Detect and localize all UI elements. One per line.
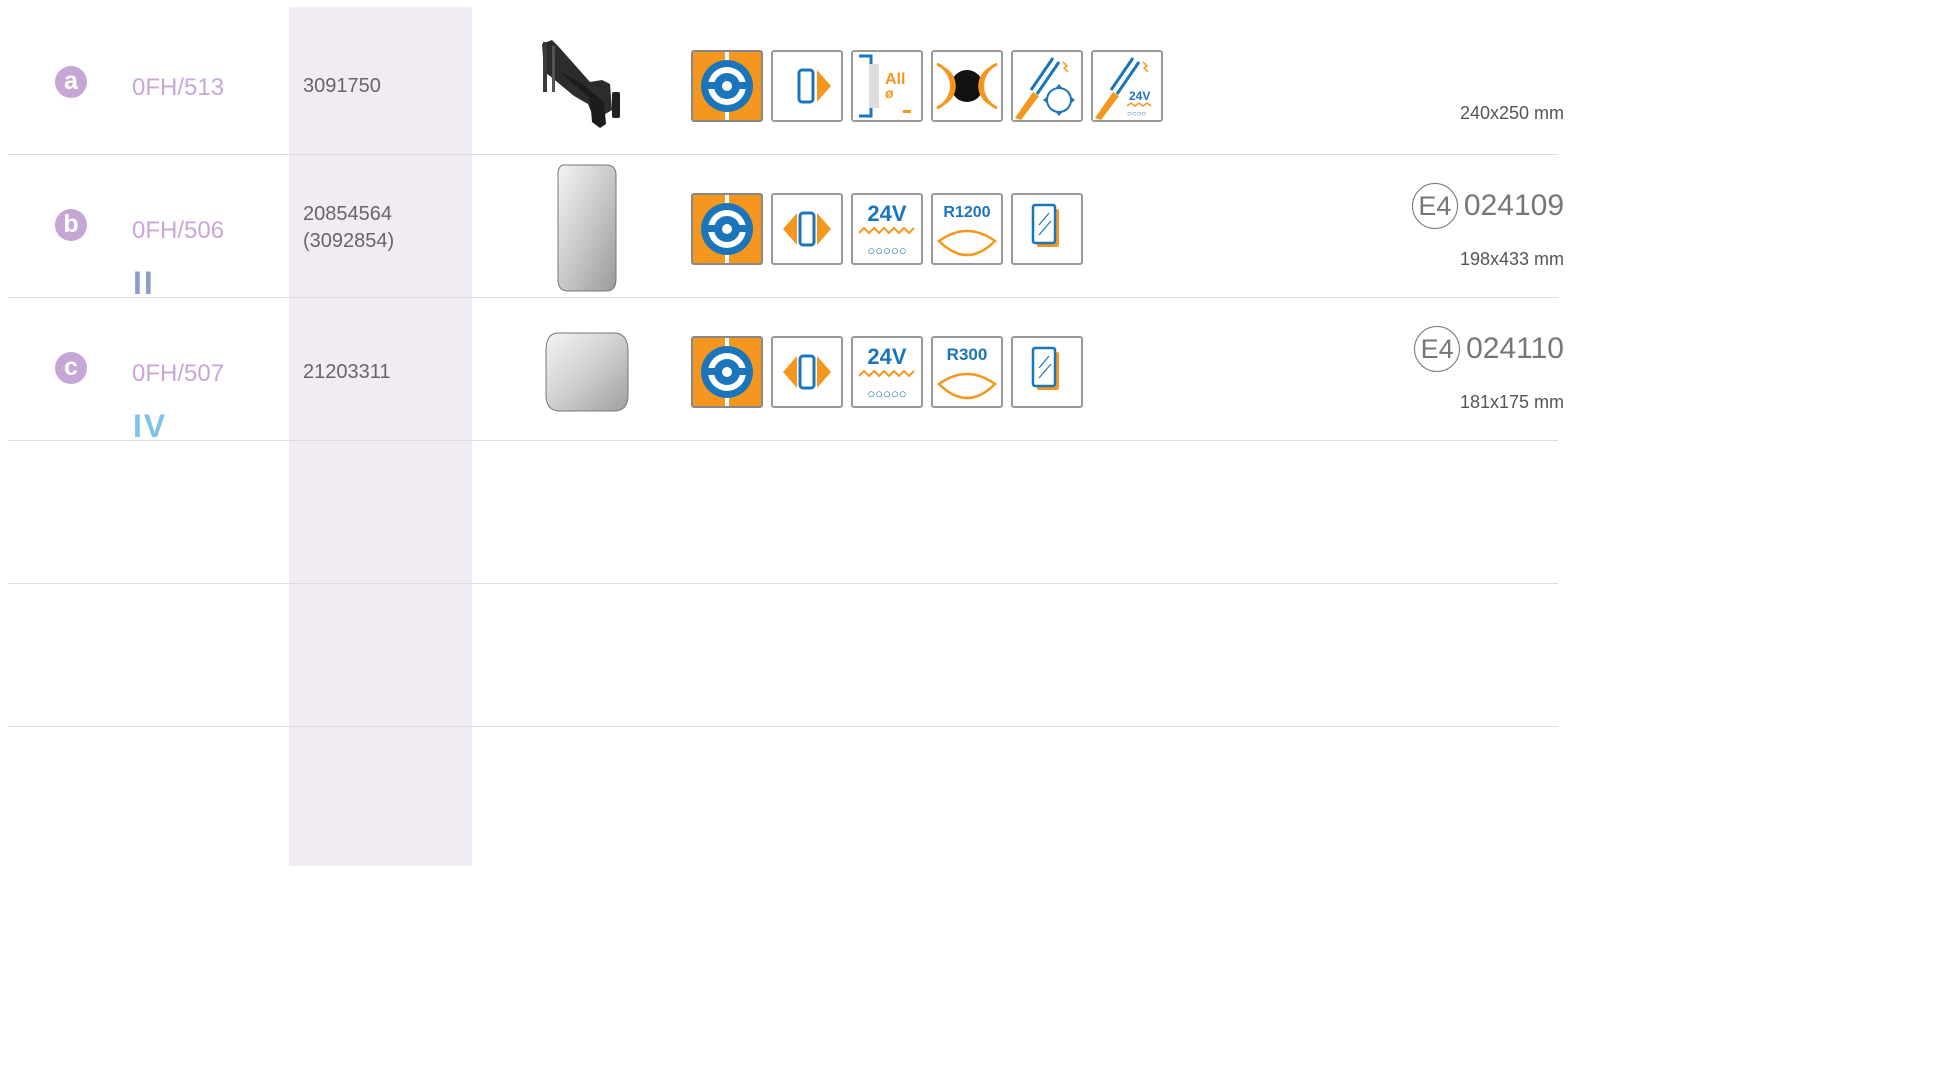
mirror-double-arrow-icon (771, 336, 843, 408)
mirror-glass-image (556, 163, 618, 298)
row-divider (8, 583, 1558, 584)
e-mark-icon: E4 (1414, 326, 1461, 372)
product-code: 0FH/506 (132, 217, 225, 244)
dimensions: 181x175 mm (1459, 392, 1564, 412)
approval-number: 024109 (1463, 189, 1564, 222)
svg-text:○○○○○: ○○○○○ (867, 243, 906, 258)
svg-text:R300: R300 (947, 345, 988, 364)
mounting-ring-icon (931, 50, 1003, 122)
svg-text:R1200: R1200 (943, 204, 990, 221)
row-badge: b (55, 209, 87, 241)
table-row: c 0FH/507 IV 21203311 24V ○○○○○ R300 E4 … (0, 298, 1568, 444)
row-divider (8, 726, 1558, 727)
svg-text:24V: 24V (867, 201, 906, 226)
e-mark-icon: E4 (1411, 183, 1458, 229)
glass-plate-icon (1011, 336, 1083, 408)
steering-wheel-icon (691, 50, 763, 122)
svg-text:24V: 24V (1129, 89, 1150, 103)
svg-text:ø: ø (885, 85, 894, 101)
mirror-arrow-right-icon (771, 50, 843, 122)
svg-text:○○○○: ○○○○ (1127, 109, 1146, 118)
glass-plate-icon (1011, 193, 1083, 265)
mirror-class-numeral: II (133, 265, 155, 301)
mirror-glass-image (544, 331, 630, 418)
mirror-arm-image (530, 32, 630, 137)
heated-24v-icon: 24V ○○○○○ (851, 193, 923, 265)
mirror-class-numeral: IV (133, 408, 168, 444)
table-row: a 0FH/513 3091750 All ø 24V ○○○○ 240x250… (0, 12, 1568, 155)
all-diameter-icon: All ø (851, 50, 923, 122)
product-code: 0FH/513 (132, 74, 225, 101)
feature-icons: All ø 24V ○○○○ (691, 50, 1163, 122)
svg-text:24V: 24V (867, 344, 906, 369)
oem-reference: 21203311 (303, 361, 391, 383)
steering-wheel-icon (691, 193, 763, 265)
row-badge: c (55, 352, 87, 384)
oem-reference: 20854564 (3092854) (303, 203, 395, 252)
approval-number: 024110 (1466, 332, 1564, 365)
wiring-adjust-icon (1011, 50, 1083, 122)
dimensions: 240x250 mm (1459, 103, 1564, 123)
approval-mark: E4 024110 (1414, 326, 1564, 372)
steering-wheel-icon (691, 336, 763, 408)
radius-r1200-icon: R1200 (931, 193, 1003, 265)
feature-icons: 24V ○○○○○ R300 (691, 336, 1083, 408)
product-code: 0FH/507 (132, 360, 225, 387)
svg-text:○○○○○: ○○○○○ (867, 386, 906, 401)
feature-icons: 24V ○○○○○ R1200 (691, 193, 1083, 265)
mirror-double-arrow-icon (771, 193, 843, 265)
oem-reference: 3091750 (303, 75, 381, 97)
table-row: b 0FH/506 II 20854564 (3092854) 24V ○○○○○ (0, 155, 1568, 301)
product-table: a 0FH/513 3091750 All ø 24V ○○○○ 240x250… (0, 0, 1568, 866)
heated-24v-icon: 24V ○○○○○ (851, 336, 923, 408)
approval-mark: E4 024109 (1411, 183, 1564, 229)
row-badge: a (55, 66, 87, 98)
wiring-heated-24v-icon: 24V ○○○○ (1091, 50, 1163, 122)
dimensions: 198x433 mm (1459, 249, 1564, 269)
radius-r300-icon: R300 (931, 336, 1003, 408)
